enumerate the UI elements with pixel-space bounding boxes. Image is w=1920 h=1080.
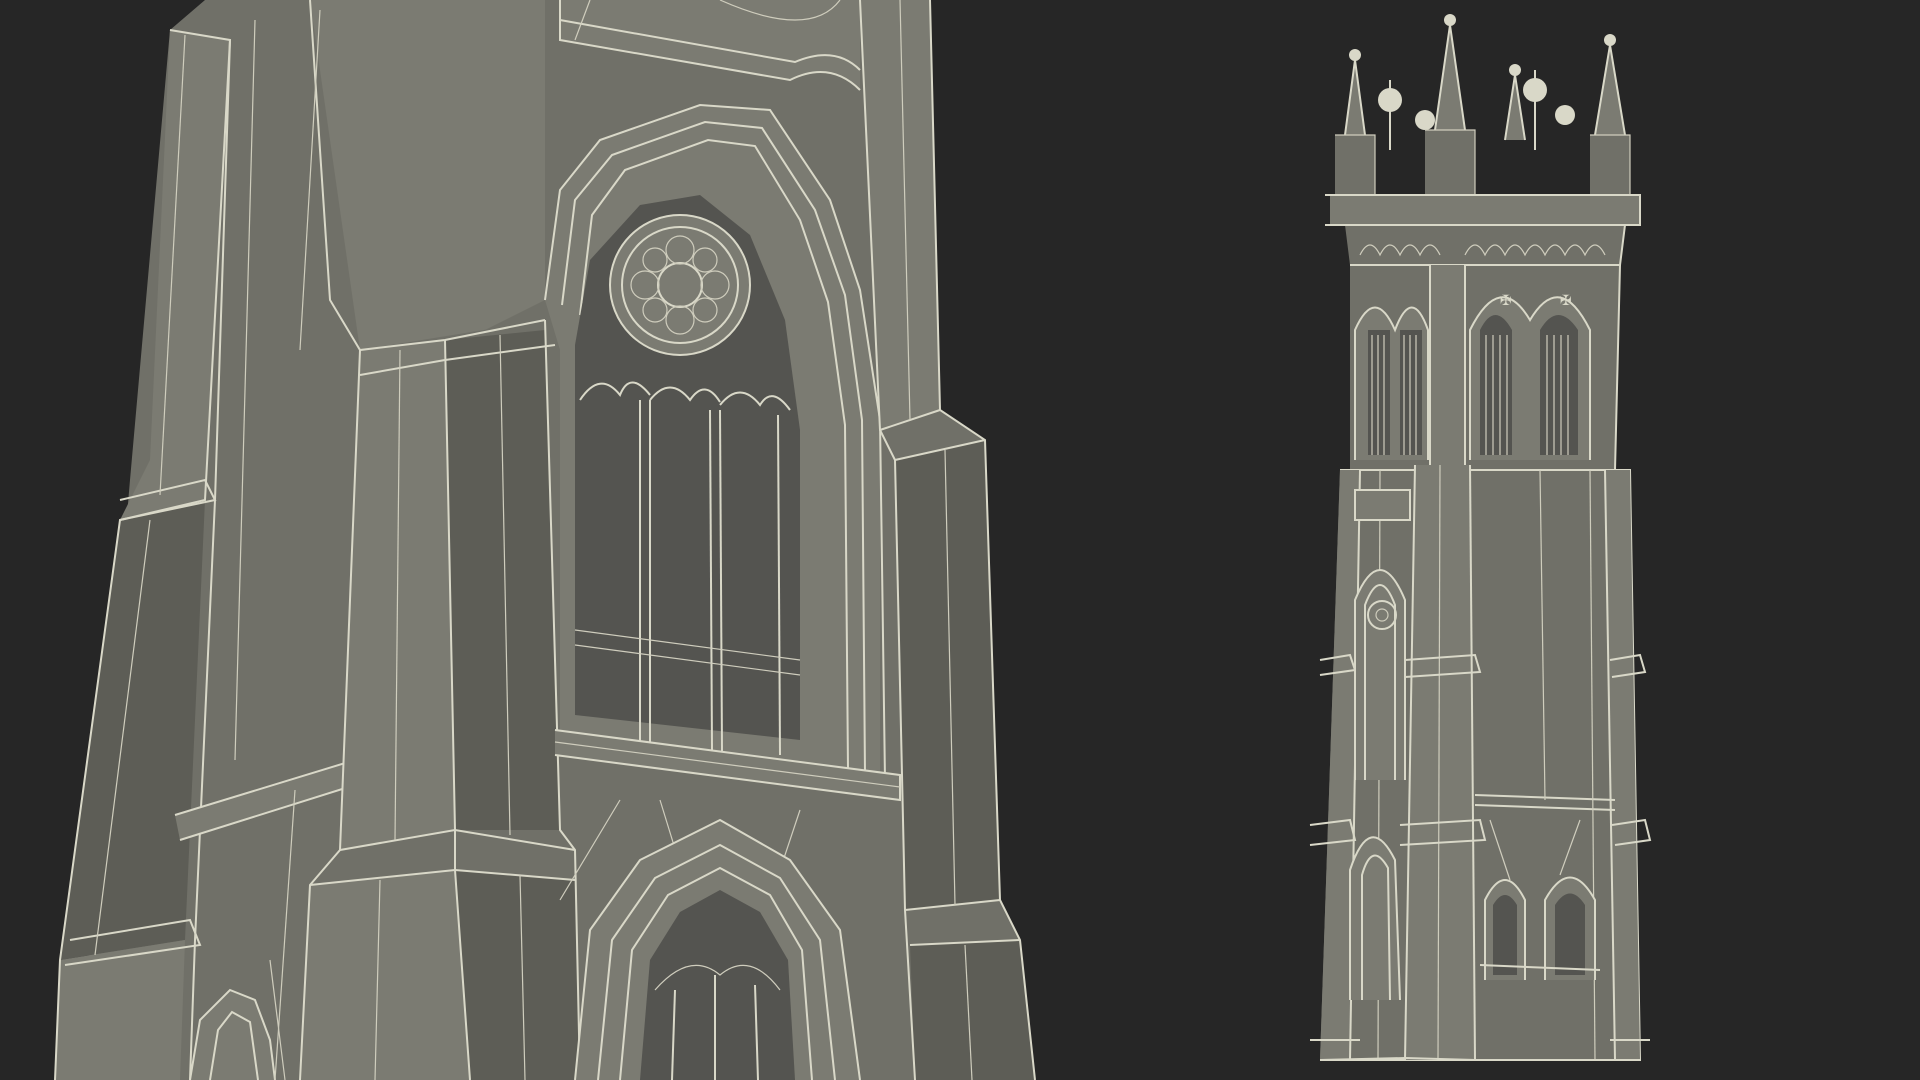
render-scene: ✠ ✠: [0, 0, 1920, 1080]
side-window: [1354, 569, 1406, 780]
svg-text:✠: ✠: [1500, 293, 1512, 309]
belfry: ✠ ✠: [1350, 264, 1622, 471]
rose-window: [609, 214, 751, 356]
belfry-window-left: [1354, 306, 1429, 460]
svg-text:✠: ✠: [1560, 293, 1572, 309]
closeup-view: [54, 0, 1036, 1080]
side-door: [1349, 836, 1401, 1001]
crown-parapet: [1325, 194, 1641, 266]
tower-render: ✠ ✠: [0, 0, 1920, 1080]
side-panel: [1354, 489, 1411, 521]
